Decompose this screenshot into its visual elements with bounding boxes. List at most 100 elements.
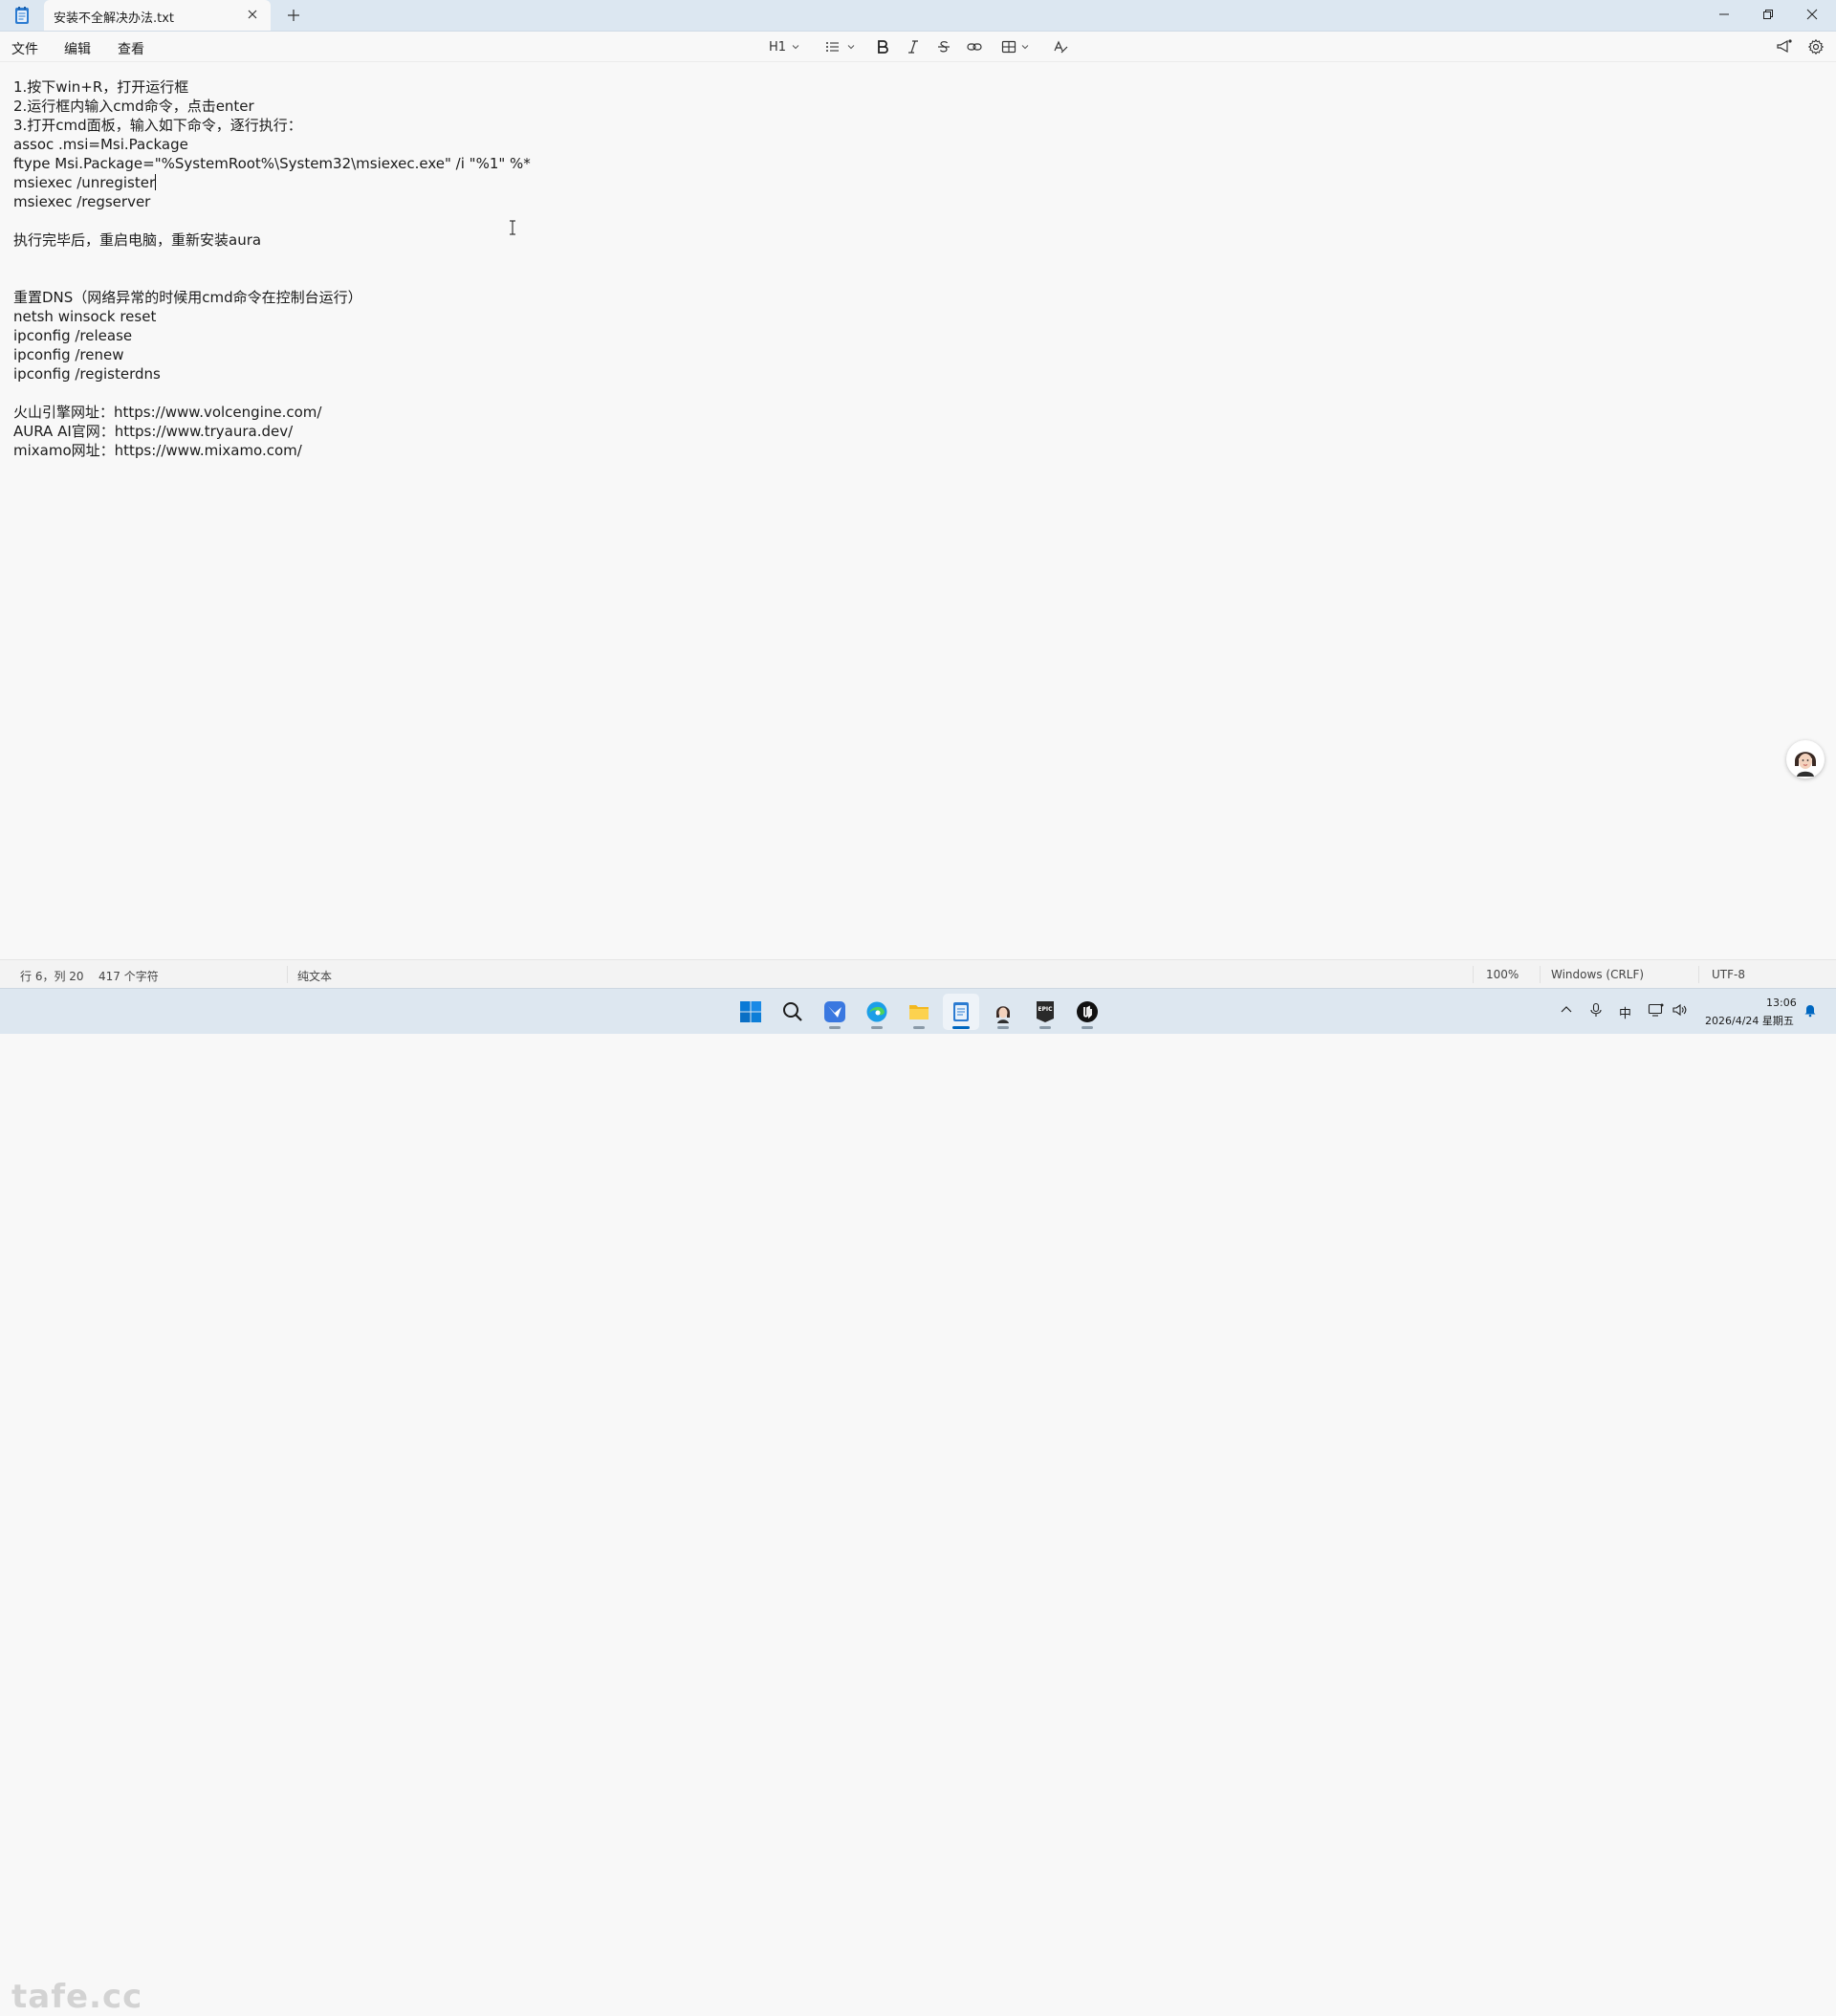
assistant-avatar-button[interactable] <box>1786 740 1825 778</box>
editor-line: 2.运行框内输入cmd命令，点击enter <box>13 98 254 115</box>
taskbar-app-explorer[interactable] <box>901 994 937 1030</box>
title-bar: 安装不全解决办法.txt <box>0 0 1836 32</box>
clock-date[interactable]: 2026/4/24 星期五 <box>1705 1013 1794 1028</box>
taskbar-app-epic[interactable]: EPIC <box>1027 994 1063 1030</box>
editor-line: netsh winsock reset <box>13 308 157 325</box>
editor-line: ftype Msi.Package="%SystemRoot%\System32… <box>13 155 531 172</box>
menu-edit[interactable]: 编辑 <box>64 39 91 58</box>
bird-app-icon <box>824 1001 845 1022</box>
chevron-down-icon <box>1021 45 1029 50</box>
bold-button[interactable] <box>874 36 891 57</box>
restore-button[interactable] <box>1746 0 1790 29</box>
running-indicator <box>871 1026 883 1029</box>
editor-line: ipconfig /registerdns <box>13 365 161 383</box>
editor-line: msiexec /regserver <box>13 193 151 210</box>
editor-line: 执行完毕后，重启电脑，重新安装aura <box>13 231 262 249</box>
watermark-text: tafe.cc <box>11 1978 143 2016</box>
italic-icon <box>908 40 918 54</box>
link-button[interactable] <box>966 36 983 57</box>
microphone-icon[interactable] <box>1588 1002 1604 1018</box>
avatar-app-icon <box>996 1006 1010 1023</box>
table-dropdown[interactable] <box>1000 36 1031 57</box>
list-dropdown[interactable] <box>824 36 857 57</box>
editor-line: 3.打开cmd面板，输入如下命令，逐行执行： <box>13 117 302 134</box>
strikethrough-icon <box>938 41 950 53</box>
text-caret <box>155 174 157 190</box>
start-button[interactable] <box>732 994 769 1030</box>
new-tab-plus-icon[interactable] <box>285 7 302 24</box>
epic-label: EPIC <box>1038 1006 1053 1013</box>
notepad-app-icon <box>12 6 32 25</box>
heading-label: H1 <box>769 39 787 55</box>
search-button[interactable] <box>775 994 811 1030</box>
volume-icon[interactable] <box>1672 1002 1689 1018</box>
heading-dropdown[interactable]: H1 <box>769 36 801 57</box>
editor-line: 重置DNS（网络异常的时候用cmd命令在控制台运行） <box>13 289 362 306</box>
editor-line: AURA AI官网：https://www.tryaura.dev/ <box>13 423 294 440</box>
minimize-button[interactable] <box>1702 0 1746 29</box>
notepad-icon <box>953 1002 969 1021</box>
windows-logo-icon <box>740 1001 761 1022</box>
list-icon <box>826 42 839 52</box>
settings-button[interactable] <box>1807 36 1825 57</box>
italic-button[interactable] <box>905 36 922 57</box>
running-indicator <box>1082 1026 1093 1029</box>
clear-format-icon <box>1054 40 1068 54</box>
editor-line: ipconfig /release <box>13 327 133 344</box>
format-indicator[interactable]: 纯文本 <box>297 968 332 984</box>
tab-title: 安装不全解决办法.txt <box>54 11 175 26</box>
status-divider <box>287 966 288 983</box>
editor-line-text: msiexec /unregister <box>13 174 156 191</box>
taskbar-app-feishu[interactable] <box>817 994 853 1030</box>
tab-document[interactable]: 安装不全解决办法.txt <box>44 0 271 31</box>
editor-line: 1.按下win+R，打开运行框 <box>13 78 189 96</box>
gear-icon <box>1807 38 1825 55</box>
network-icon[interactable] <box>1648 1002 1665 1018</box>
editor-line: mixamo网址：https://www.mixamo.com/ <box>13 442 302 459</box>
cursor-position[interactable]: 行 6，列 20 <box>20 968 84 984</box>
notification-bell-icon[interactable] <box>1803 1002 1818 1018</box>
text-editor[interactable]: 1.按下win+R，打开运行框 2.运行框内输入cmd命令，点击enter 3.… <box>0 62 1836 958</box>
clock-time[interactable]: 13:06 <box>1766 997 1797 1009</box>
close-window-button[interactable] <box>1790 0 1834 29</box>
editor-line: ipconfig /renew <box>13 346 124 363</box>
active-indicator <box>952 1026 970 1029</box>
encoding[interactable]: UTF-8 <box>1712 968 1745 981</box>
bold-icon <box>878 40 888 54</box>
taskbar-app-notepad[interactable] <box>943 994 979 1030</box>
epic-games-icon: EPIC <box>1037 1001 1054 1022</box>
close-tab-icon[interactable] <box>244 6 261 23</box>
menu-file[interactable]: 文件 <box>11 39 38 58</box>
editor-line: assoc .msi=Msi.Package <box>13 136 188 153</box>
edge-browser-icon <box>866 1001 887 1022</box>
taskbar-app-edge[interactable] <box>859 994 895 1030</box>
running-indicator <box>829 1026 841 1029</box>
menu-bar: 文件 编辑 查看 H1 <box>0 32 1836 62</box>
menu-view[interactable]: 查看 <box>118 39 144 58</box>
ime-indicator[interactable]: 中 <box>1619 1003 1631 1021</box>
table-icon <box>1001 40 1016 54</box>
status-divider <box>1698 966 1699 983</box>
ibeam-cursor-icon <box>510 220 515 235</box>
megaphone-icon <box>1777 39 1792 54</box>
watermark: tafe.cc <box>11 1978 184 2016</box>
char-count: 417 个字符 <box>98 970 159 983</box>
chevron-down-icon <box>847 45 855 50</box>
strikethrough-button[interactable] <box>935 36 952 57</box>
editor-line: 火山引擎网址：https://www.volcengine.com/ <box>13 404 322 421</box>
folder-icon <box>909 1005 929 1019</box>
taskbar-app-avatar[interactable] <box>985 994 1021 1030</box>
status-divider <box>1540 966 1541 983</box>
copilot-notify-button[interactable] <box>1775 36 1794 57</box>
chevron-up-icon[interactable] <box>1559 1002 1574 1018</box>
running-indicator <box>1039 1026 1051 1029</box>
status-divider <box>1473 966 1474 983</box>
taskbar: tafe.cc EPIC 中 13:06 2026/4/24 星期五 <box>0 988 1836 2016</box>
link-icon <box>967 43 982 51</box>
status-bar: 行 6，列 20 417 个字符 纯文本 100% Windows (CRLF)… <box>0 959 1836 989</box>
clear-formatting-button[interactable] <box>1052 36 1069 57</box>
zoom-level[interactable]: 100% <box>1486 968 1519 981</box>
running-indicator <box>997 1026 1009 1029</box>
taskbar-app-unreal[interactable] <box>1069 994 1105 1030</box>
line-ending[interactable]: Windows (CRLF) <box>1551 968 1644 981</box>
